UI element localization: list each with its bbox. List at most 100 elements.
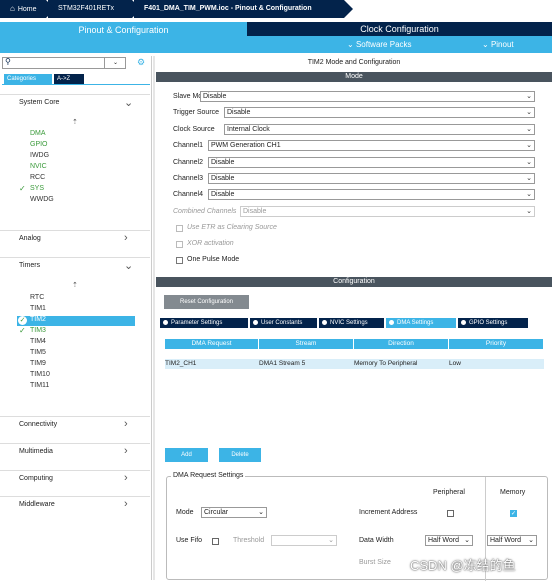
memory-increment-checkbox[interactable]: ✓ [510, 510, 517, 517]
memory-data-width-select[interactable]: Half Word ⌄ [487, 535, 537, 546]
search-icon: ⚲ [5, 57, 11, 66]
tab-a-z[interactable]: A->Z [54, 74, 84, 84]
chevron-down-icon: ⌄ [258, 509, 264, 516]
mode-field-select[interactable]: Disable ⌄ [224, 107, 535, 119]
section-label: System Core [19, 99, 60, 106]
section-middleware[interactable]: Middleware › [0, 496, 150, 512]
tab-user-constants[interactable]: User Constants [250, 318, 317, 328]
section-analog[interactable]: Analog › [0, 230, 150, 246]
mode-field-value: Internal Clock [227, 125, 270, 133]
check-icon: ✓ [19, 184, 26, 193]
tab-nvic-settings[interactable]: NVIC Settings [319, 318, 384, 328]
list-item[interactable]: NVIC [30, 163, 47, 170]
settings-legend: DMA Request Settings [171, 472, 246, 479]
list-item[interactable]: TIM11 [30, 382, 49, 389]
section-timers[interactable]: Timers ⌄ [0, 257, 150, 273]
list-item[interactable]: WWDG [30, 196, 54, 203]
configuration-header: Configuration [156, 277, 552, 287]
mode-field-select[interactable]: Internal Clock ⌄ [224, 123, 535, 135]
breadcrumb-file[interactable]: F401_DMA_TIM_PWM.ioc - Pinout & Configur… [134, 0, 353, 18]
gear-icon[interactable]: ⚙ [137, 57, 145, 68]
mode-field-select[interactable]: Disable ⌄ [240, 205, 535, 217]
list-item-label: TIM11 [30, 382, 50, 389]
list-item[interactable]: DMA [30, 130, 46, 137]
column-header[interactable]: Priority [449, 339, 544, 349]
list-item[interactable]: RTC [30, 294, 44, 301]
section-system-core[interactable]: System Core ⌄ [0, 94, 150, 110]
tab-dma-settings[interactable]: DMA Settings [386, 318, 456, 328]
table-cell: Memory To Peripheral [354, 360, 418, 367]
chevron-down-icon: ⌄ [526, 175, 532, 182]
section-multimedia[interactable]: Multimedia › [0, 443, 150, 459]
tab-parameter-settings[interactable]: Parameter Settings [160, 318, 248, 328]
list-item[interactable]: ✓ TIM2 [17, 316, 135, 326]
list-item[interactable]: TIM3 [30, 327, 46, 334]
chevron-down-icon: ⌄ [526, 109, 532, 117]
list-item[interactable]: GPIO [30, 141, 48, 148]
mode-field-label: Channel3 [173, 175, 203, 182]
column-header[interactable]: Stream [259, 339, 354, 349]
list-item[interactable]: RCC [30, 174, 45, 181]
column-header[interactable]: Direction [354, 339, 449, 349]
mode-field-value: Disable [211, 158, 235, 166]
chevron-right-icon: › [124, 498, 128, 510]
reset-configuration-button[interactable]: Reset Configuration [164, 295, 249, 309]
list-item[interactable]: IWDG [30, 152, 49, 159]
breadcrumb-home[interactable]: ⌂ Home [0, 0, 55, 18]
list-item[interactable]: SYS [30, 185, 44, 192]
mode-field-select[interactable]: Disable ⌄ [208, 189, 535, 201]
search-dropdown[interactable]: ⌄ [104, 58, 126, 68]
mode-field-label: Channel1 [173, 142, 203, 150]
section-connectivity[interactable]: Connectivity › [0, 416, 150, 432]
section-computing[interactable]: Computing › [0, 470, 150, 486]
mode-checkbox[interactable] [176, 225, 183, 232]
column-header[interactable]: DMA Request [165, 339, 259, 349]
tab-gpio-settings[interactable]: GPIO Settings [458, 318, 528, 328]
peripheral-data-width-select[interactable]: Half Word ⌄ [425, 535, 473, 546]
sort-icon[interactable]: ⇡ [72, 281, 78, 289]
mode-checkbox[interactable] [176, 257, 183, 264]
breadcrumb-chip[interactable]: STM32F401RETx [48, 0, 141, 18]
add-button[interactable]: Add [165, 448, 208, 462]
tab-clock-configuration[interactable]: Clock Configuration [247, 22, 552, 36]
chevron-down-icon: ⌄ [464, 537, 470, 544]
peripheral-increment-checkbox[interactable] [447, 510, 454, 517]
chevron-down-icon: ⌄ [482, 40, 489, 49]
breadcrumb-chip-label: STM32F401RETx [58, 5, 115, 12]
tab-label: NVIC Settings [330, 320, 368, 326]
panel-splitter[interactable] [153, 56, 155, 580]
table-cell: DMA1 Stream 5 [259, 360, 306, 367]
home-icon: ⌂ [10, 4, 15, 13]
increment-address-label: Increment Address [359, 509, 418, 516]
list-item-label: TIM1 [30, 305, 46, 312]
sort-icon[interactable]: ⇡ [72, 118, 78, 126]
threshold-select[interactable]: ⌄ [271, 535, 337, 546]
list-item[interactable]: TIM4 [30, 338, 46, 345]
breadcrumb-home-label: Home [17, 6, 37, 13]
tab-categories[interactable]: Categories [4, 74, 52, 84]
mode-field-select[interactable]: Disable ⌄ [200, 91, 535, 102]
mode-field-select[interactable]: Disable ⌄ [208, 156, 535, 168]
tab-dot-icon [461, 319, 466, 325]
mode-select[interactable]: Circular ⌄ [201, 507, 267, 518]
use-fifo-checkbox[interactable] [212, 538, 219, 545]
table-row[interactable]: TIM2_CH1 DMA1 Stream 5 Memory To Periphera… [165, 359, 544, 369]
mode-field-label: Clock Source [173, 125, 215, 133]
list-item[interactable]: TIM5 [30, 349, 46, 356]
list-item[interactable]: TIM1 [30, 305, 46, 312]
list-item[interactable]: TIM9 [30, 360, 46, 367]
tab-pinout-label: Pinout & Configuration [78, 25, 169, 35]
chevron-down-icon: ⌄ [124, 260, 134, 272]
delete-button[interactable]: Delete [219, 448, 261, 462]
mode-checkbox[interactable] [176, 241, 183, 248]
tab-pinout-configuration[interactable]: Pinout & Configuration [0, 22, 247, 53]
mode-field-select[interactable]: Disable ⌄ [208, 173, 535, 184]
watermark: CSDN @冻结的鱼 [410, 558, 516, 573]
mode-field-select[interactable]: PWM Generation CH1 ⌄ [208, 140, 535, 152]
software-packs-menu[interactable]: ⌄ Software Packs [347, 40, 412, 49]
chevron-down-icon: ⌄ [526, 207, 532, 215]
list-item[interactable]: TIM10 [30, 371, 50, 378]
pinout-menu[interactable]: ⌄ Pinout [482, 40, 514, 49]
chevron-down-icon: ⌄ [526, 93, 532, 100]
search-input[interactable]: ⚲ ⌄ [2, 57, 126, 69]
